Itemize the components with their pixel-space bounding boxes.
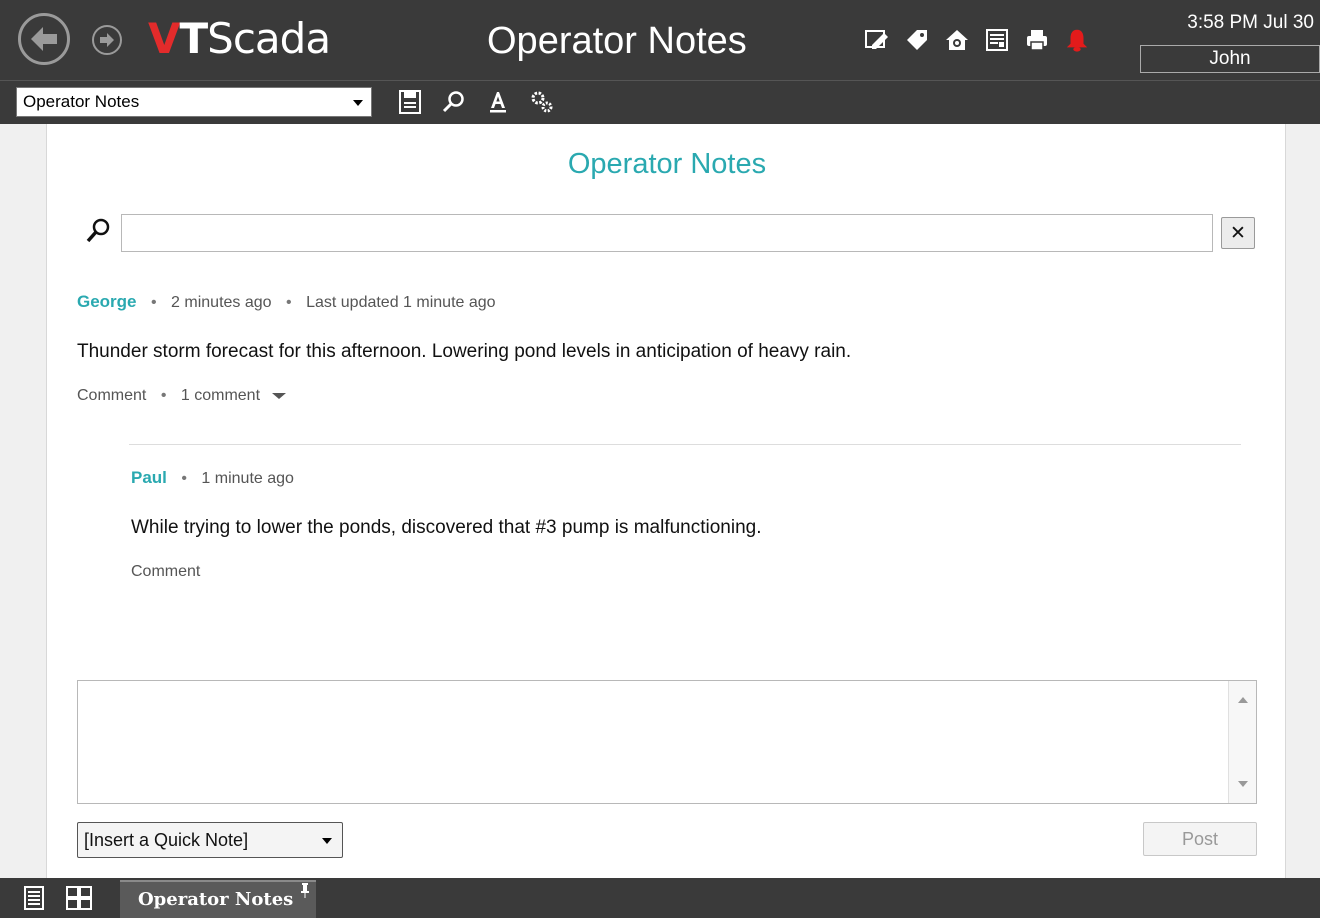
note-meta: George • 2 minutes ago • Last updated 1 …	[77, 288, 1257, 316]
page-title: Operator Notes	[487, 20, 747, 62]
comment-link[interactable]: Comment	[77, 387, 146, 404]
logo-rest: Scada	[207, 14, 331, 63]
reply-time: 1 minute ago	[201, 470, 294, 487]
chevron-down-icon	[322, 838, 332, 844]
vtscada-logo: VTScada	[148, 14, 331, 64]
home-settings-icon[interactable]	[944, 27, 970, 53]
scroll-up-icon[interactable]	[1238, 697, 1248, 703]
reply-meta: Paul • 1 minute ago	[131, 464, 1231, 492]
print-icon[interactable]	[1024, 27, 1050, 53]
pin-icon[interactable]	[300, 882, 310, 902]
reply-body: While trying to lower the ponds, discove…	[131, 517, 762, 538]
reply-item: Paul • 1 minute ago While trying to lowe…	[131, 464, 1231, 584]
text-format-icon[interactable]	[484, 88, 512, 116]
quick-note-value: [Insert a Quick Note]	[84, 830, 249, 850]
scroll-down-icon[interactable]	[1238, 781, 1248, 787]
edit-display-icon[interactable]	[864, 27, 890, 53]
divider	[129, 444, 1241, 445]
compose-scrollbar[interactable]	[1228, 681, 1256, 803]
tab-operator-notes[interactable]: Operator Notes	[120, 880, 316, 918]
report-icon[interactable]	[984, 27, 1010, 53]
separator-dot: •	[286, 294, 292, 311]
quick-note-select[interactable]: [Insert a Quick Note]	[77, 822, 343, 858]
search-icon	[86, 218, 110, 243]
clear-search-button[interactable]: ✕	[1221, 217, 1255, 249]
comment-count-toggle[interactable]: 1 comment	[181, 387, 260, 404]
note-compose	[77, 680, 1257, 804]
user-name[interactable]: John	[1140, 45, 1320, 73]
taskbar: Operator Notes	[0, 878, 1320, 918]
main-area: Operator Notes ✕ George • 2 minutes ago …	[0, 124, 1320, 878]
save-icon[interactable]	[396, 88, 424, 116]
alarm-bell-icon[interactable]	[1064, 27, 1090, 53]
page-toolbar: Operator Notes	[0, 80, 1320, 124]
back-button[interactable]	[18, 13, 70, 65]
note-body: Thunder storm forecast for this afternoo…	[77, 341, 852, 362]
separator-dot: •	[181, 470, 187, 487]
note-time: 2 minutes ago	[171, 294, 272, 311]
title-bar: VTScada Operator Notes 3:58 PM Jul 30 Jo…	[0, 0, 1320, 80]
note-author[interactable]: George	[77, 292, 137, 311]
arrow-right-icon	[100, 33, 114, 47]
tab-label: Operator Notes	[138, 889, 294, 910]
page-list-icon[interactable]	[22, 886, 46, 910]
chevron-down-icon[interactable]	[272, 392, 287, 399]
note-input[interactable]	[78, 681, 1228, 803]
header-toolbar	[864, 24, 1090, 56]
grid-view-icon[interactable]	[66, 886, 92, 910]
chevron-down-icon	[353, 100, 363, 106]
logo-t: T	[179, 14, 209, 63]
page-select-value: Operator Notes	[23, 92, 140, 111]
comment-link[interactable]: Comment	[131, 563, 200, 580]
forward-button[interactable]	[92, 25, 122, 55]
post-button[interactable]: Post	[1143, 822, 1257, 856]
note-item: George • 2 minutes ago • Last updated 1 …	[77, 288, 1257, 408]
search-icon[interactable]	[440, 88, 468, 116]
note-actions: Comment • 1 comment	[77, 384, 1257, 408]
reply-actions: Comment	[131, 560, 1231, 584]
tag-icon[interactable]	[904, 27, 930, 53]
note-updated: Last updated 1 minute ago	[306, 294, 496, 311]
settings-gears-icon[interactable]	[528, 88, 556, 116]
notes-panel: Operator Notes ✕ George • 2 minutes ago …	[46, 124, 1286, 878]
separator-dot: •	[150, 294, 157, 311]
page-select[interactable]: Operator Notes	[16, 87, 372, 117]
arrow-left-icon	[31, 27, 57, 51]
clock: 3:58 PM Jul 30	[1187, 12, 1314, 33]
close-icon: ✕	[1230, 222, 1246, 244]
logo-v: V	[148, 14, 181, 63]
search-input[interactable]	[121, 214, 1213, 252]
separator-dot: •	[160, 387, 167, 404]
reply-author[interactable]: Paul	[131, 468, 167, 487]
panel-title: Operator Notes	[567, 148, 767, 180]
